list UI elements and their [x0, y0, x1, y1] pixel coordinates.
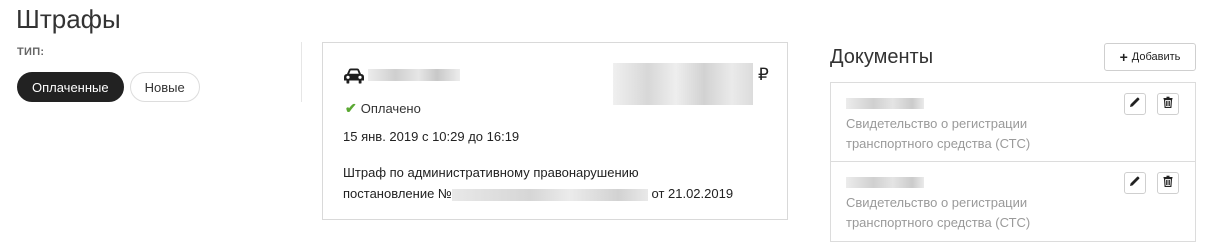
trash-icon: [1162, 95, 1174, 113]
fine-date: 15 янв. 2019 с 10:29 до 16:19: [343, 129, 520, 144]
documents-list: Свидетельство о регистрации транспортног…: [830, 82, 1196, 242]
fine-currency: ₽: [758, 65, 769, 84]
vertical-divider: [301, 42, 302, 102]
delete-document-button[interactable]: [1157, 93, 1179, 115]
page-title: Штрафы: [16, 4, 121, 34]
document-name-redacted: [846, 98, 924, 109]
ruling-date: от 21.02.2019: [651, 186, 734, 201]
pencil-icon: [1129, 174, 1141, 192]
filter-new-button[interactable]: Новые: [129, 72, 200, 102]
paid-status: ✔ Оплачено: [345, 100, 421, 117]
fine-amount-redacted: [613, 63, 753, 105]
pencil-icon: [1129, 95, 1141, 113]
documents-title: Документы: [830, 46, 934, 68]
fine-card[interactable]: ₽ ✔ Оплачено 15 янв. 2019 с 10:29 до 16:…: [322, 42, 788, 220]
document-item[interactable]: Свидетельство о регистрации транспортног…: [830, 162, 1196, 242]
document-type: Свидетельство о регистрации транспортног…: [846, 116, 1031, 151]
ruling-number-redacted: [451, 188, 648, 201]
fine-description-line: Штраф по административному правонарушени…: [343, 165, 639, 180]
vehicle-plate-redacted: [368, 69, 460, 81]
edit-document-button[interactable]: [1124, 93, 1146, 115]
trash-icon: [1162, 174, 1174, 192]
fine-description: Штраф по административному правонарушени…: [343, 162, 773, 204]
car-icon: [343, 68, 365, 89]
filter-type-label: ТИП:: [17, 46, 45, 58]
add-document-button[interactable]: + Добавить: [1104, 43, 1196, 71]
document-type: Свидетельство о регистрации транспортног…: [846, 195, 1031, 230]
paid-status-label: Оплачено: [360, 101, 421, 116]
filter-paid-button[interactable]: Оплаченные: [17, 72, 124, 102]
document-item[interactable]: Свидетельство о регистрации транспортног…: [830, 82, 1196, 162]
filter-group: Оплаченные Новые: [17, 72, 200, 102]
delete-document-button[interactable]: [1157, 172, 1179, 194]
fine-ruling-line: постановление № от 21.02.2019: [343, 183, 773, 204]
add-document-label: Добавить: [1131, 51, 1181, 63]
check-icon: ✔: [345, 100, 357, 116]
document-name-redacted: [846, 177, 924, 188]
edit-document-button[interactable]: [1124, 172, 1146, 194]
plus-icon: +: [1119, 49, 1128, 65]
ruling-prefix: постановление №: [343, 186, 452, 201]
